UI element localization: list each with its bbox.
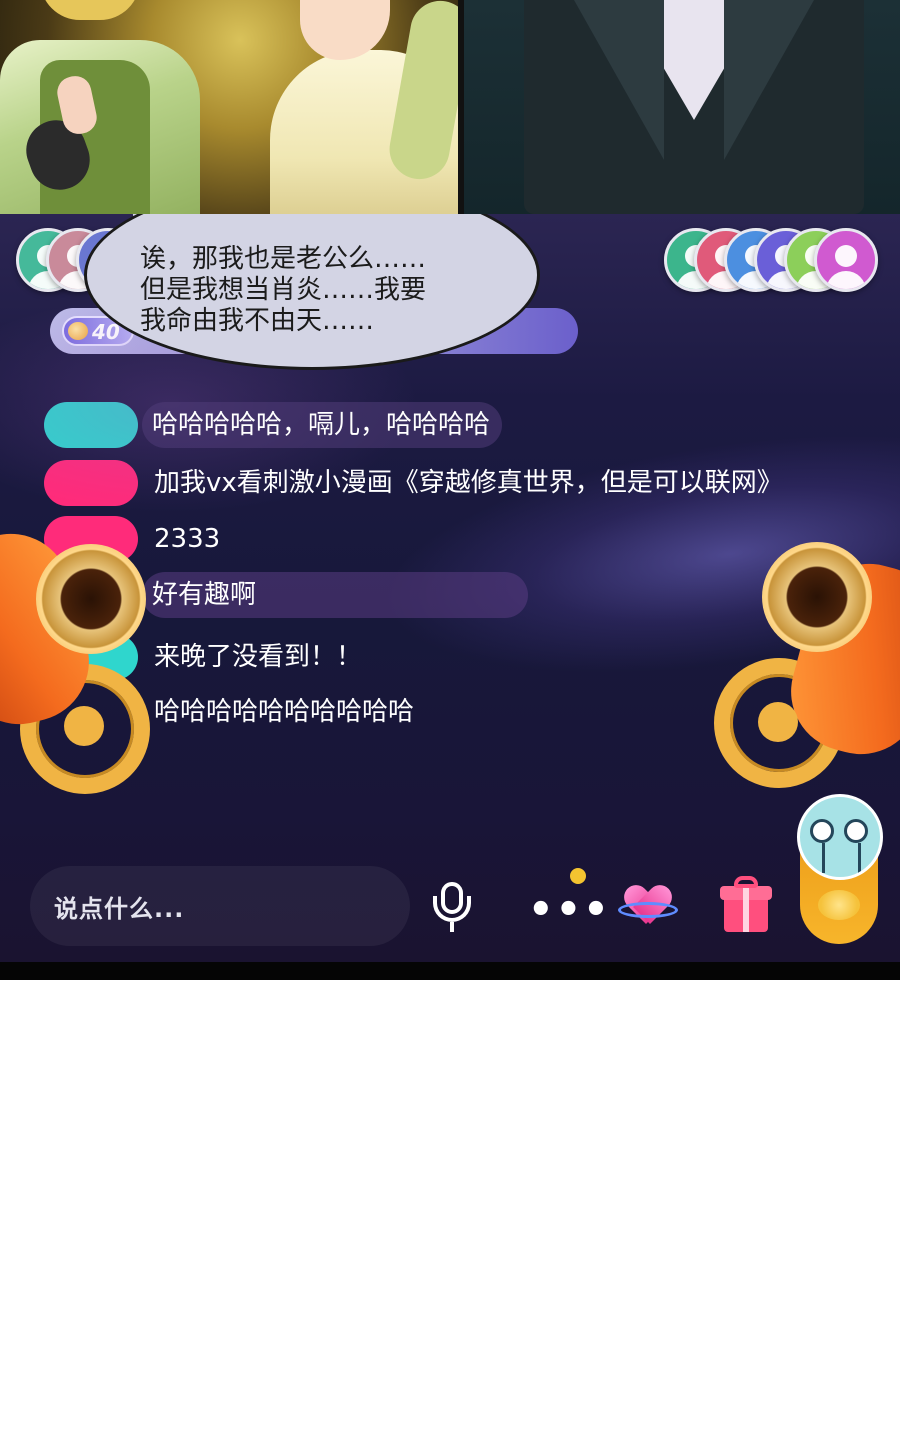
microphone-icon[interactable] [422, 876, 482, 936]
chat-message: 哈哈哈哈哈，嗝儿，哈哈哈哈 [44, 402, 503, 448]
chat-message-text: 哈哈哈哈哈，嗝儿，哈哈哈哈 [142, 402, 503, 448]
cannon-muzzle [36, 544, 146, 654]
speech-line: 我命由我不由天…… [140, 306, 375, 336]
chat-message-text: 好有趣啊 [142, 572, 529, 618]
cannon-hub [64, 706, 104, 746]
host-avatar[interactable] [797, 794, 883, 880]
character-hair [40, 0, 140, 20]
comic-panel-left [0, 0, 458, 214]
user-tag[interactable] [44, 402, 138, 448]
chat-message-text: 来晚了没看到！！ [154, 642, 363, 672]
heart-planet-icon[interactable] [618, 876, 678, 936]
notification-dot [570, 868, 586, 884]
cannon-effect-left [0, 520, 180, 854]
comment-input-placeholder: 说点什么... [54, 894, 185, 923]
chat-message-text: 加我vx看刺激小漫画《穿越修真世界，但是可以联网》 [154, 468, 783, 498]
cannon-muzzle [762, 542, 872, 652]
live-stream-screen: 40 哈哈哈哈哈，嗝儿，哈哈哈哈 加我vx看刺激小漫画《穿越修真世界，但是可以联… [0, 214, 900, 962]
viewer-avatars-right[interactable] [664, 228, 878, 292]
panel-border [0, 962, 900, 980]
fan-club-icon [818, 890, 860, 920]
speech-line: 诶，那我也是老公么…… [140, 244, 427, 274]
cannon-hub [758, 702, 798, 742]
gift-icon[interactable] [716, 876, 776, 936]
speech-line: 但是我想当肖炎……我要 [140, 275, 427, 305]
speech-bubble-text: 诶，那我也是老公么…… 但是我想当肖炎……我要 我命由我不由天…… [140, 244, 520, 337]
viewer-avatar[interactable] [814, 228, 878, 292]
comic-panel-top [0, 0, 900, 214]
more-icon[interactable]: ••• [522, 868, 609, 936]
blank-page-area [0, 980, 900, 1444]
chat-message-text: 哈哈哈哈哈哈哈哈哈哈 [154, 697, 415, 727]
gem-icon [68, 322, 88, 340]
comic-panel-right [464, 0, 900, 214]
chat-message: 加我vx看刺激小漫画《穿越修真世界，但是可以联网》 [44, 460, 783, 506]
comment-input[interactable]: 说点什么... [30, 866, 410, 946]
user-tag[interactable] [44, 460, 138, 506]
